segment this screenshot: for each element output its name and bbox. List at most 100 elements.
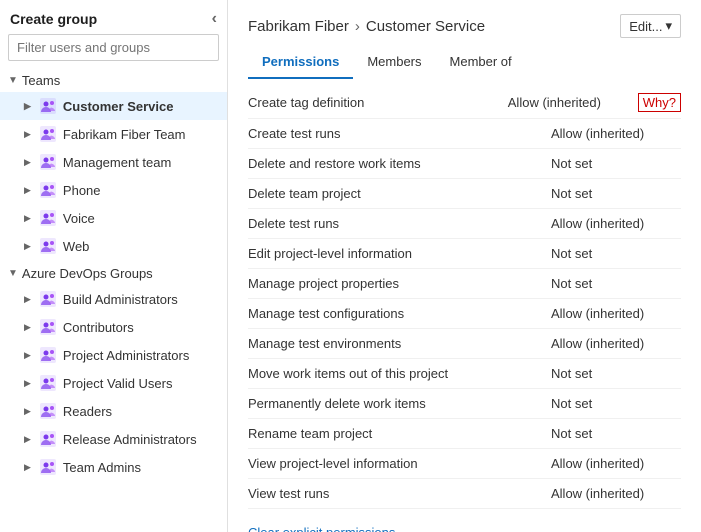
main-content: Fabrikam Fiber › Customer Service Edit..… [228, 0, 701, 532]
permission-value: Not set [551, 426, 681, 441]
permission-row-3: Delete team project Not set [248, 179, 681, 209]
azure-chevron-icon: ▼ [8, 268, 18, 279]
sidebar-header: Create group ‹ [0, 0, 227, 34]
group-label: Project Valid Users [63, 376, 173, 391]
group-icon [39, 458, 57, 476]
permission-row-7: Manage test configurations Allow (inheri… [248, 299, 681, 329]
team-label: Fabrikam Fiber Team [63, 127, 186, 142]
search-input[interactable] [8, 34, 219, 61]
group-icon [39, 153, 57, 171]
teams-list: ▶ Customer Service ▶ Fabrikam Fiber Team… [0, 92, 227, 260]
teams-chevron-icon: ▼ [8, 75, 18, 86]
permission-row-13: View test runs Allow (inherited) [248, 479, 681, 509]
why-link[interactable]: Why? [638, 93, 681, 112]
breadcrumb-separator: › [355, 18, 360, 35]
group-label: Build Administrators [63, 292, 178, 307]
permission-value: Not set [551, 156, 681, 171]
tab-member_of[interactable]: Member of [436, 46, 526, 79]
sidebar-item-web[interactable]: ▶ Web [0, 232, 227, 260]
permission-value: Not set [551, 246, 681, 261]
item-expand-icon: ▶ [24, 241, 31, 252]
sidebar-item-team-admins[interactable]: ▶ Team Admins [0, 453, 227, 481]
permission-row-2: Delete and restore work items Not set [248, 149, 681, 179]
sidebar-item-customer-service[interactable]: ▶ Customer Service [0, 92, 227, 120]
item-expand-icon: ▶ [24, 406, 31, 417]
item-expand-icon: ▶ [24, 157, 31, 168]
permission-value: Not set [551, 276, 681, 291]
sidebar-item-management-team[interactable]: ▶ Management team [0, 148, 227, 176]
permission-row-10: Permanently delete work items Not set [248, 389, 681, 419]
group-label: Project Administrators [63, 348, 189, 363]
group-label: Contributors [63, 320, 134, 335]
permission-value: Not set [551, 396, 681, 411]
permission-name: Delete team project [248, 186, 551, 201]
azure-groups-section: ▼ Azure DevOps Groups ▶ Build Administra… [0, 262, 227, 481]
breadcrumb-current: Customer Service [366, 18, 485, 35]
item-expand-icon: ▶ [24, 185, 31, 196]
teams-section: ▼ Teams ▶ Customer Service ▶ Fabrikam Fi… [0, 69, 227, 260]
permission-name: Create test runs [248, 126, 551, 141]
permission-value: Allow (inherited) [551, 216, 681, 231]
group-label: Release Administrators [63, 432, 197, 447]
item-expand-icon: ▶ [24, 462, 31, 473]
permission-name: Rename team project [248, 426, 551, 441]
permission-value: Allow (inherited) [551, 126, 681, 141]
permission-value: Allow (inherited) [551, 456, 681, 471]
header-area: Fabrikam Fiber › Customer Service Edit..… [228, 0, 701, 79]
item-expand-icon: ▶ [24, 213, 31, 224]
permission-value: Not set [551, 366, 681, 381]
team-label: Voice [63, 211, 95, 226]
group-icon [39, 290, 57, 308]
permission-name: Delete and restore work items [248, 156, 551, 171]
permission-name: Manage test environments [248, 336, 551, 351]
permission-name: Manage project properties [248, 276, 551, 291]
group-icon [39, 97, 57, 115]
group-icon [39, 125, 57, 143]
teams-section-title[interactable]: ▼ Teams [0, 69, 227, 92]
group-icon [39, 237, 57, 255]
sidebar-item-readers[interactable]: ▶ Readers [0, 397, 227, 425]
tab-members[interactable]: Members [353, 46, 435, 79]
clear-permissions-button[interactable]: Clear explicit permissions [248, 521, 395, 532]
permission-row-4: Delete test runs Allow (inherited) [248, 209, 681, 239]
permission-name: Permanently delete work items [248, 396, 551, 411]
item-expand-icon: ▶ [24, 294, 31, 305]
breadcrumb: Fabrikam Fiber › Customer Service [248, 18, 608, 35]
permission-name: View test runs [248, 486, 551, 501]
sidebar-item-phone[interactable]: ▶ Phone [0, 176, 227, 204]
sidebar-item-contributors[interactable]: ▶ Contributors [0, 313, 227, 341]
sidebar-title: Create group [10, 11, 97, 27]
sidebar-item-project-administrators[interactable]: ▶ Project Administrators [0, 341, 227, 369]
permission-row-9: Move work items out of this project Not … [248, 359, 681, 389]
sidebar-item-project-valid-users[interactable]: ▶ Project Valid Users [0, 369, 227, 397]
item-expand-icon: ▶ [24, 434, 31, 445]
group-icon [39, 430, 57, 448]
item-expand-icon: ▶ [24, 350, 31, 361]
collapse-button[interactable]: ‹ [212, 10, 217, 28]
team-label: Management team [63, 155, 171, 170]
azure-section-title[interactable]: ▼ Azure DevOps Groups [0, 262, 227, 285]
sidebar-item-build-administrators[interactable]: ▶ Build Administrators [0, 285, 227, 313]
permission-name: View project-level information [248, 456, 551, 471]
group-icon [39, 181, 57, 199]
permissions-list: Create tag definition Allow (inherited) … [248, 87, 681, 509]
group-icon [39, 374, 57, 392]
permission-row-6: Manage project properties Not set [248, 269, 681, 299]
sidebar-item-fabrikam-fiber-team[interactable]: ▶ Fabrikam Fiber Team [0, 120, 227, 148]
permissions-table: Create tag definition Allow (inherited) … [228, 79, 701, 532]
azure-section-label: Azure DevOps Groups [22, 266, 153, 281]
permission-value: Allow (inherited) [551, 336, 681, 351]
edit-dropdown-icon: ▾ [665, 18, 672, 34]
permission-row-1: Create test runs Allow (inherited) [248, 119, 681, 149]
edit-button[interactable]: Edit... ▾ [620, 14, 681, 38]
permission-name: Delete test runs [248, 216, 551, 231]
permission-value: Allow (inherited) [551, 306, 681, 321]
sidebar-item-release-administrators[interactable]: ▶ Release Administrators [0, 425, 227, 453]
sidebar: Create group ‹ ▼ Teams ▶ Customer Servic… [0, 0, 228, 532]
tab-permissions[interactable]: Permissions [248, 46, 353, 79]
permission-value: Not set [551, 186, 681, 201]
group-icon [39, 346, 57, 364]
permission-value: Allow (inherited) [508, 95, 638, 110]
sidebar-item-voice[interactable]: ▶ Voice [0, 204, 227, 232]
item-expand-icon: ▶ [24, 322, 31, 333]
